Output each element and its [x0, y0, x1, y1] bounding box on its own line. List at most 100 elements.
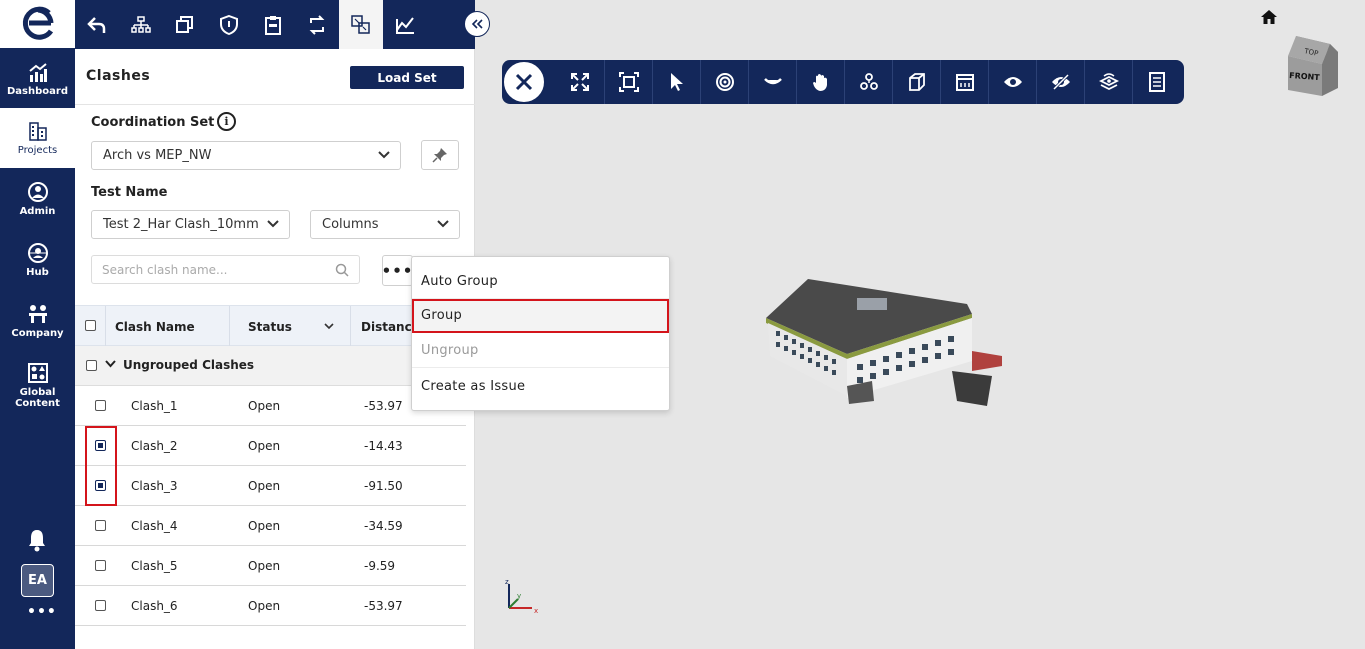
shapes-icon	[27, 362, 48, 383]
chevron-down-icon	[267, 220, 279, 228]
row-status: Open	[248, 599, 281, 613]
rfi-tab[interactable]	[251, 0, 295, 49]
show-button[interactable]	[988, 60, 1036, 104]
coordination-set-select[interactable]: Arch vs MEP_NW	[91, 141, 401, 170]
close-toolbar-button[interactable]	[502, 60, 546, 104]
table-row[interactable]: Clash_4 Open -34.59	[75, 506, 466, 546]
table-row[interactable]: Clash_3 Open -91.50	[75, 466, 466, 506]
frame-icon	[618, 72, 639, 92]
document-icon	[1148, 72, 1165, 92]
orbit-button[interactable]	[700, 60, 748, 104]
load-set-button[interactable]: Load Set	[350, 66, 464, 89]
menu-item-auto-group[interactable]: Auto Group	[412, 265, 669, 299]
hand-icon	[812, 74, 827, 91]
test-name-select[interactable]: Test 2_Har Clash_10mm	[91, 210, 290, 239]
menu-item-create-issue[interactable]: Create as Issue	[412, 369, 669, 403]
sync-tab[interactable]	[295, 0, 339, 49]
table-row[interactable]: Clash_5 Open -9.59	[75, 546, 466, 586]
company-icon	[28, 305, 47, 323]
test-name-value: Test 2_Har Clash_10mm	[103, 217, 259, 232]
shield-icon	[220, 14, 238, 35]
row-checkbox[interactable]	[95, 520, 106, 531]
nav-projects[interactable]: Projects	[0, 108, 75, 168]
explode-icon	[859, 73, 878, 90]
collapse-panel-button[interactable]	[464, 11, 490, 37]
model-browser-button[interactable]	[892, 60, 940, 104]
viewer-toolbar	[502, 60, 1184, 104]
avatar[interactable]: EA	[21, 564, 54, 597]
table-row[interactable]: Clash_6 Open -53.97	[75, 586, 466, 626]
row-clash-name: Clash_2	[131, 439, 178, 453]
pan-button[interactable]	[796, 60, 844, 104]
selection-highlight	[85, 426, 117, 506]
view-cube[interactable]: TOP FRONT	[1286, 34, 1342, 104]
explode-button[interactable]	[844, 60, 892, 104]
menu-item-group[interactable]: Group	[412, 299, 669, 333]
row-distance: -91.50	[364, 479, 403, 493]
isolate-button[interactable]	[1084, 60, 1132, 104]
chevron-down-icon[interactable]	[105, 360, 116, 368]
columns-select[interactable]: Columns	[310, 210, 460, 239]
home-view-button[interactable]	[1260, 9, 1278, 29]
look-button[interactable]	[748, 60, 796, 104]
cube-icon	[908, 73, 925, 91]
pin-button[interactable]	[421, 140, 459, 170]
group-checkbox[interactable]	[86, 360, 97, 371]
notifications-button[interactable]	[26, 528, 48, 556]
table-row[interactable]: Clash_1 Open -53.97	[75, 386, 466, 426]
options-menu: Auto Group Group Ungroup Create as Issue	[411, 256, 670, 411]
table-row[interactable]: Clash_2 Open -14.43	[75, 426, 466, 466]
nav-global-content[interactable]: Global Content	[0, 352, 75, 418]
nav-more-button[interactable]: •••	[27, 604, 57, 620]
hide-button[interactable]	[1036, 60, 1084, 104]
view-cube-icon: TOP FRONT	[1288, 36, 1338, 96]
coordination-set-value: Arch vs MEP_NW	[103, 148, 212, 163]
row-status: Open	[248, 519, 281, 533]
more-options-button[interactable]: •••	[382, 255, 413, 286]
search-input[interactable]: Search clash name...	[91, 255, 360, 284]
row-clash-name: Clash_5	[131, 559, 178, 573]
shield-tab[interactable]	[207, 0, 251, 49]
clash-tab[interactable]	[339, 0, 383, 49]
select-tool-button[interactable]	[652, 60, 700, 104]
building-model-image	[766, 279, 1002, 406]
row-distance: -34.59	[364, 519, 403, 533]
fit-to-view-button[interactable]	[556, 60, 604, 104]
cursor-icon	[670, 73, 683, 91]
info-icon[interactable]: i	[217, 112, 236, 131]
axis-gizmo: z x y	[502, 577, 544, 623]
row-distance: -53.97	[364, 599, 403, 613]
orbit-icon	[715, 73, 734, 91]
row-status: Open	[248, 559, 281, 573]
nav-company[interactable]: Company	[0, 291, 75, 351]
nav-hub[interactable]: Hub	[0, 230, 75, 290]
nav-admin[interactable]: Admin	[0, 169, 75, 229]
nav-dashboard[interactable]: Dashboard	[0, 50, 75, 110]
row-checkbox[interactable]	[95, 600, 106, 611]
hierarchy-tab[interactable]	[119, 0, 163, 49]
row-status: Open	[248, 439, 281, 453]
row-checkbox[interactable]	[95, 400, 106, 411]
views-tab[interactable]	[163, 0, 207, 49]
group-label: Ungrouped Clashes	[123, 358, 255, 372]
analytics-tab[interactable]	[383, 0, 427, 49]
section-button[interactable]	[940, 60, 988, 104]
nav-company-label: Company	[11, 328, 64, 339]
app-logo[interactable]	[0, 0, 75, 48]
row-clash-name: Clash_1	[131, 399, 178, 413]
frame-button[interactable]	[604, 60, 652, 104]
section-icon	[955, 74, 974, 91]
undo-icon	[87, 16, 106, 33]
look-around-icon	[763, 78, 782, 85]
pin-icon	[432, 148, 447, 163]
row-checkbox[interactable]	[95, 560, 106, 571]
home-icon	[1261, 10, 1277, 24]
header-clash-name[interactable]: Clash Name	[106, 306, 230, 347]
properties-button[interactable]	[1132, 60, 1180, 104]
building-model[interactable]	[762, 276, 1007, 415]
back-tab[interactable]	[75, 0, 119, 49]
header-status[interactable]: Status	[230, 306, 351, 347]
globe-user-icon	[27, 243, 48, 263]
divider	[75, 104, 475, 105]
select-all-checkbox[interactable]	[85, 320, 96, 331]
